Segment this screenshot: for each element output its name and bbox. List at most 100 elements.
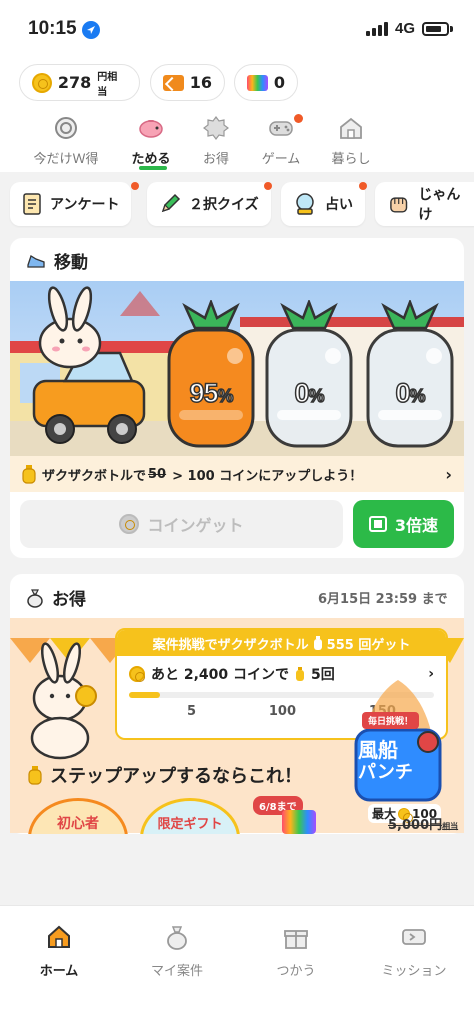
status-time: 10:15 [28, 18, 77, 39]
notification-dot [264, 182, 272, 190]
nav-home[interactable]: ホーム [14, 924, 104, 979]
promo-old-value: 50 [148, 466, 167, 482]
stepup-item-gift[interactable]: 限定ギフト [140, 798, 240, 834]
battery-icon [422, 22, 449, 36]
film-icon [368, 516, 387, 532]
nav-my-offers[interactable]: マイ案件 [132, 924, 222, 979]
coin-get-label: コインゲット [147, 516, 244, 535]
progress-value: 0 [294, 377, 311, 409]
rainbow-ticket-icon [247, 74, 268, 91]
deal-card-title-text: お得 [52, 590, 86, 610]
price-strike-value: 5,000円 [388, 818, 443, 833]
chip-survey[interactable]: アンケート [10, 182, 132, 226]
nav-use[interactable]: つかう [251, 924, 341, 979]
coin-balance: 278 [57, 73, 92, 92]
deal-card-title: お得 [26, 585, 86, 610]
location-arrow-icon [82, 21, 100, 39]
progress-unit: % [409, 385, 427, 407]
pencil-icon [161, 193, 181, 213]
chip-fortune[interactable]: 占い [281, 182, 365, 226]
promo-new-text: > 100 コインにアップしよう！ [172, 468, 363, 484]
carrot-icon [366, 298, 454, 448]
house-icon [340, 117, 362, 139]
chip-label: 占い [325, 197, 353, 213]
tab-living[interactable]: 暮らし [313, 116, 389, 167]
stepup-item-beginner[interactable]: 初心者 [28, 798, 128, 834]
coin-balance-pill[interactable]: 278 円相当 [19, 64, 140, 101]
bottle-icon [28, 766, 42, 785]
progress-unit: % [308, 385, 326, 407]
shoe-icon [27, 254, 45, 268]
nav-label: ホーム [39, 964, 79, 979]
carrot-icon [167, 298, 255, 448]
piggy-bank-icon [139, 120, 163, 138]
coin-get-button[interactable]: コインゲット [20, 500, 343, 548]
rainbow-ticket-pill[interactable]: 0 [234, 64, 298, 101]
nav-label: つかう [276, 964, 316, 979]
progress-carrot-2: 0% [263, 298, 355, 448]
bottle-icon [296, 667, 305, 681]
gift-icon [284, 930, 308, 949]
chip-label: じゃんけ [418, 187, 461, 223]
deal-deadline: 6月15日 23:59 まで [318, 592, 448, 607]
promo-prefix: ザクザクボトルで [42, 468, 147, 484]
chip-label: ２択クイズ [189, 197, 259, 213]
speed-up-button[interactable]: 3倍速 [353, 500, 454, 548]
mission-header: 案件挑戦でザクザクボトル 555 回ゲット [117, 630, 446, 656]
bottle-icon [22, 465, 36, 484]
active-tab-indicator [139, 166, 167, 170]
notification-dot [359, 182, 367, 190]
mission-reward: 5回 [311, 667, 335, 683]
chip-quiz[interactable]: ２択クイズ [147, 182, 271, 226]
progress-carrot-1: 95% [165, 298, 257, 448]
stepup-item-label: 限定ギフト [140, 798, 240, 834]
mission-remaining: あと 2,400 コインで [151, 667, 290, 683]
chip-label: アンケート [50, 197, 120, 213]
move-card-title-text: 移動 [54, 253, 88, 273]
progress-value: 95 [189, 377, 220, 409]
nav-mission[interactable]: ミッション [369, 924, 459, 979]
progress-carrot-3: 0% [364, 298, 456, 448]
coin-icon [32, 72, 52, 93]
stepup-item-label: 初心者 [28, 798, 128, 834]
tab-label: ゲーム [261, 152, 301, 167]
coin-balance-suffix: 円相当 [97, 71, 118, 98]
money-bag-icon [27, 588, 43, 608]
price-suffix: 相当 [442, 822, 459, 831]
bottle-promo-link[interactable]: ザクザクボトルで 50 > 100 コインにアップしよう！ › [10, 456, 464, 492]
balloon-punch-badge[interactable]: 毎日挑戦！ 風船 パンチ 最大 100 [352, 676, 444, 826]
coin-icon [129, 666, 145, 682]
tab-limited[interactable]: 今だけＷ得 [28, 116, 104, 167]
ticket-balance-pill[interactable]: 16 [150, 64, 225, 101]
home-icon [48, 925, 70, 948]
price-strike: 5,000円相当 [388, 814, 458, 833]
ticket-icon [402, 929, 426, 945]
stepup-title: ステップアップするならこれ！ [28, 762, 302, 788]
money-bag-icon [167, 926, 187, 950]
tab-label: 今だけＷ得 [33, 152, 99, 167]
progress-unit: % [217, 385, 235, 407]
carrot-icon [265, 298, 353, 448]
crystal-ball-icon [296, 193, 314, 215]
move-card-title: 移動 [26, 248, 88, 273]
fist-icon [390, 197, 408, 213]
mission-header-text-b: 555 回ゲット [326, 637, 411, 653]
chip-janken[interactable]: じゃんけ [375, 182, 474, 226]
balloon-title-2: パンチ [358, 762, 413, 783]
gamepad-icon [269, 121, 293, 136]
rainbow-ticket-icon [282, 810, 316, 834]
milestone: 5 [187, 704, 197, 719]
battery-tip [450, 26, 453, 32]
milestone: 100 [268, 704, 297, 719]
progress-value: 0 [395, 377, 412, 409]
balloon-tag: 毎日挑戦！ [362, 712, 420, 729]
coin-clock-icon [55, 117, 77, 139]
survey-icon [23, 193, 41, 215]
mission-header-text-a: 案件挑戦でザクザクボトル [152, 637, 309, 653]
tab-games[interactable]: ゲーム [243, 116, 319, 167]
badge-icon [203, 116, 229, 140]
ticket-balance: 16 [189, 73, 212, 92]
signal-icon [366, 22, 388, 36]
speed-up-label: 3倍速 [394, 516, 439, 535]
coin-icon [119, 514, 140, 534]
